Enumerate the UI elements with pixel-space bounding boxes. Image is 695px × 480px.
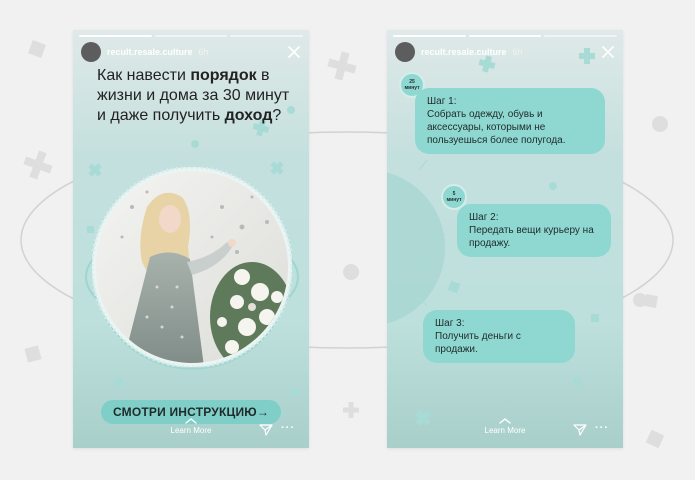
more-icon[interactable]: ···	[281, 422, 295, 434]
arrow-right-icon: →	[256, 405, 270, 419]
badge-unit: минут	[446, 197, 462, 203]
step-title: Шаг 2:	[469, 212, 499, 223]
send-icon[interactable]	[259, 424, 273, 436]
story-footer: Learn More ···	[387, 418, 623, 448]
story-footer: Learn More ···	[73, 418, 309, 448]
avatar[interactable]	[81, 42, 101, 62]
story-headline: Как навести порядок в жизни и дома за 30…	[97, 66, 297, 126]
story-header: recult.resale.culture 6h	[81, 42, 301, 62]
step-text: Получить деньги с продажи.	[435, 331, 521, 355]
more-icon[interactable]: ···	[595, 422, 609, 434]
username[interactable]: recult.resale.culture	[107, 47, 193, 57]
headline-text: Как навести	[97, 67, 191, 84]
story-header: recult.resale.culture 6h	[395, 42, 615, 62]
badge-unit: минут	[404, 85, 420, 91]
close-icon[interactable]	[601, 45, 615, 59]
story-progress	[79, 35, 304, 37]
step-text: Собрать одежду, обувь и аксессуары, кото…	[427, 109, 566, 146]
step-text: Передать вещи курьеру на продажу.	[469, 225, 594, 249]
step-card-2: Шаг 2: Передать вещи курьеру на продажу.	[457, 204, 611, 257]
story-card-intro[interactable]: recult.resale.culture 6h Как навести пор…	[73, 30, 309, 448]
step-title: Шаг 1:	[427, 96, 457, 107]
close-icon[interactable]	[287, 45, 301, 59]
step-title: Шаг 3:	[435, 318, 465, 329]
step-card-1: Шаг 1: Собрать одежду, обувь и аксессуар…	[415, 88, 605, 154]
headline-bold: доход	[224, 107, 273, 124]
chevron-up-icon[interactable]	[185, 418, 197, 424]
post-time: 6h	[512, 47, 523, 57]
avatar[interactable]	[395, 42, 415, 62]
chevron-up-icon[interactable]	[499, 418, 511, 424]
cta-label: СМОТРИ ИНСТРУКЦИЮ	[112, 405, 257, 419]
post-time: 6h	[198, 47, 209, 57]
story-card-steps[interactable]: recult.resale.culture 6h 25 минут Шаг 1:…	[387, 30, 623, 448]
learn-more-link[interactable]: Learn More	[73, 426, 309, 435]
step-card-3: Шаг 3: Получить деньги с продажи.	[423, 310, 575, 363]
username[interactable]: recult.resale.culture	[421, 47, 507, 57]
send-icon[interactable]	[573, 424, 587, 436]
woman-with-flowers-photo	[92, 167, 292, 367]
story-progress	[393, 35, 618, 37]
headline-bold: порядок	[190, 67, 257, 84]
headline-text: ?	[272, 107, 282, 124]
learn-more-link[interactable]: Learn More	[387, 426, 623, 435]
